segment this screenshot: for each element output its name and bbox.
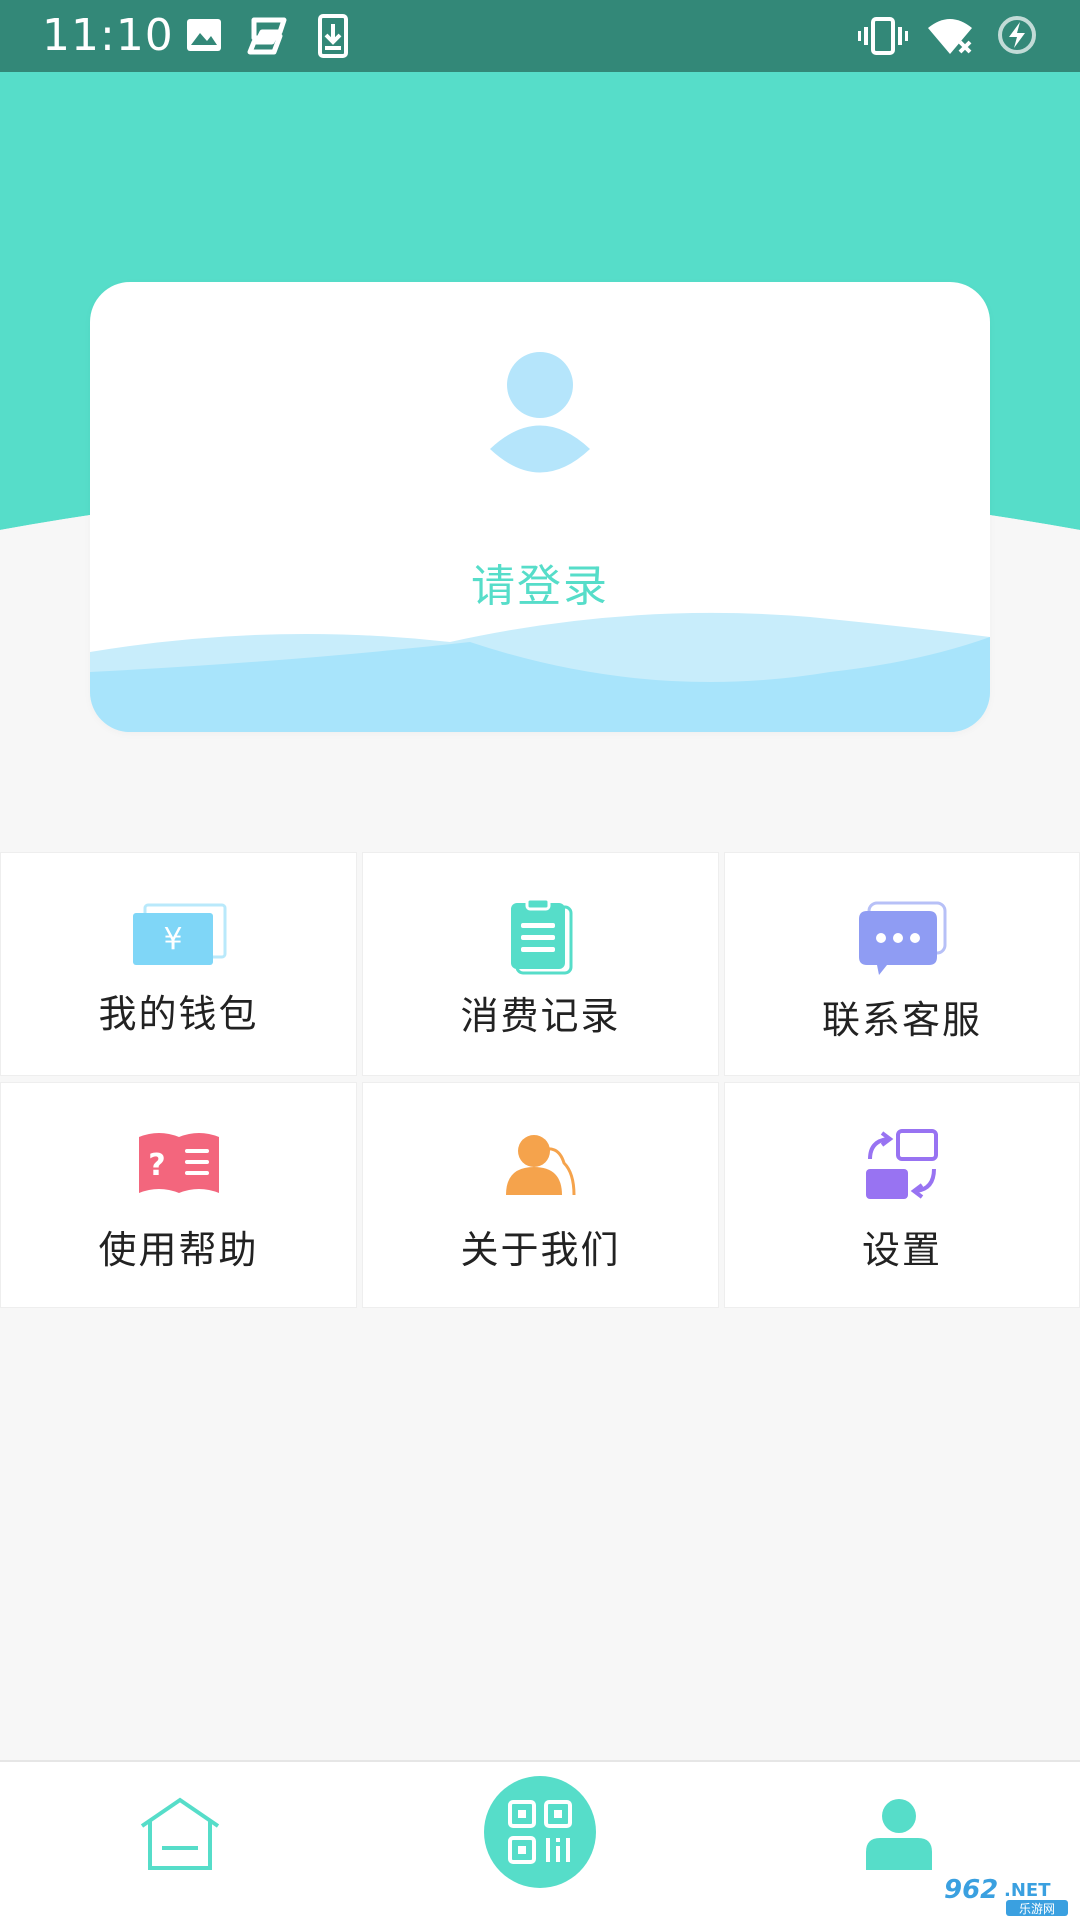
sogou-icon: [246, 16, 290, 60]
menu-label-wallet: 我的钱包: [98, 992, 259, 1036]
svg-text:962: 962: [944, 1875, 998, 1905]
menu-item-records[interactable]: 消费记录: [362, 852, 719, 1076]
menu-label-support: 联系客服: [821, 998, 982, 1042]
menu-item-settings[interactable]: 设置: [724, 1082, 1080, 1308]
clipboard-icon: [509, 897, 573, 979]
menu-label-about: 关于我们: [460, 1228, 621, 1272]
status-bar: 11:10: [0, 0, 1080, 72]
menu-item-wallet[interactable]: ¥ 我的钱包: [0, 852, 357, 1076]
menu-label-records: 消费记录: [460, 994, 621, 1038]
menu-label-help: 使用帮助: [98, 1228, 259, 1272]
qr-code-icon[interactable]: [484, 1776, 596, 1892]
menu-item-about[interactable]: 关于我们: [362, 1082, 719, 1308]
vibrate-icon: [858, 16, 908, 60]
wallet-icon: ¥: [131, 903, 227, 971]
download-icon: [318, 14, 348, 62]
svg-text:¥: ¥: [163, 922, 182, 957]
bottom-nav: 962 .NET 乐游网: [0, 1760, 1080, 1922]
profile-card[interactable]: 请登录: [90, 282, 990, 732]
wifi-off-icon: [926, 16, 976, 60]
svg-text:?: ?: [148, 1148, 165, 1183]
avatar-icon: [488, 352, 592, 478]
chat-icon: [857, 901, 947, 983]
login-prompt[interactable]: 请登录: [90, 550, 990, 614]
svg-text:.NET: .NET: [1004, 1880, 1051, 1901]
svg-text:乐游网: 乐游网: [1019, 1902, 1055, 1916]
card-wave-decoration: [90, 612, 990, 732]
menu-item-help[interactable]: ? 使用帮助: [0, 1082, 357, 1308]
menu-grid: ¥ 我的钱包 消费记录 联系客服 ? 使用帮助 关于我们 设置: [0, 852, 1080, 1308]
watermark-logo: 962 .NET 乐游网: [942, 1872, 1072, 1918]
home-icon[interactable]: [138, 1796, 222, 1876]
status-time: 11:10: [42, 10, 174, 61]
people-icon: [504, 1133, 578, 1201]
menu-item-support[interactable]: 联系客服: [724, 852, 1080, 1076]
battery-charging-icon: [996, 14, 1038, 60]
menu-label-settings: 设置: [861, 1228, 942, 1272]
switch-settings-icon: [864, 1129, 940, 1207]
image-icon: [186, 18, 222, 56]
user-icon[interactable]: [864, 1798, 934, 1874]
help-book-icon: ?: [137, 1129, 221, 1201]
